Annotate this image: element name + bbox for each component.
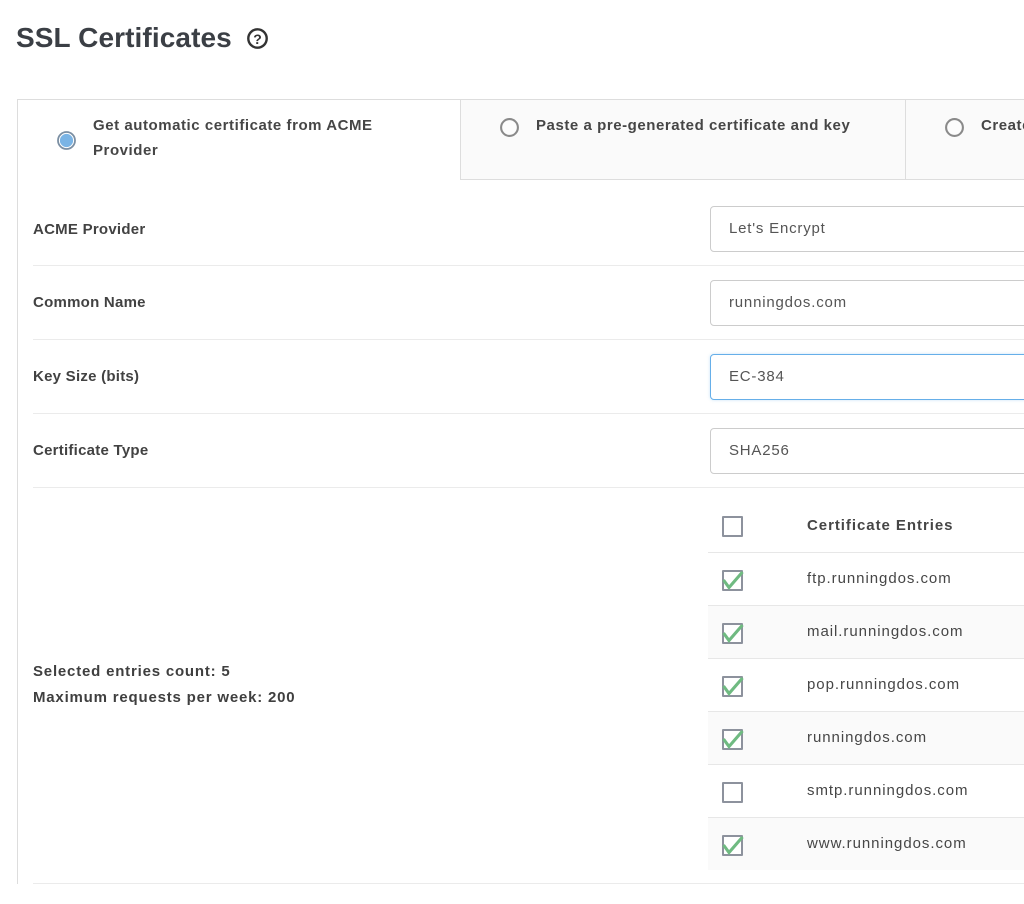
svg-text:?: ? [253, 31, 262, 47]
